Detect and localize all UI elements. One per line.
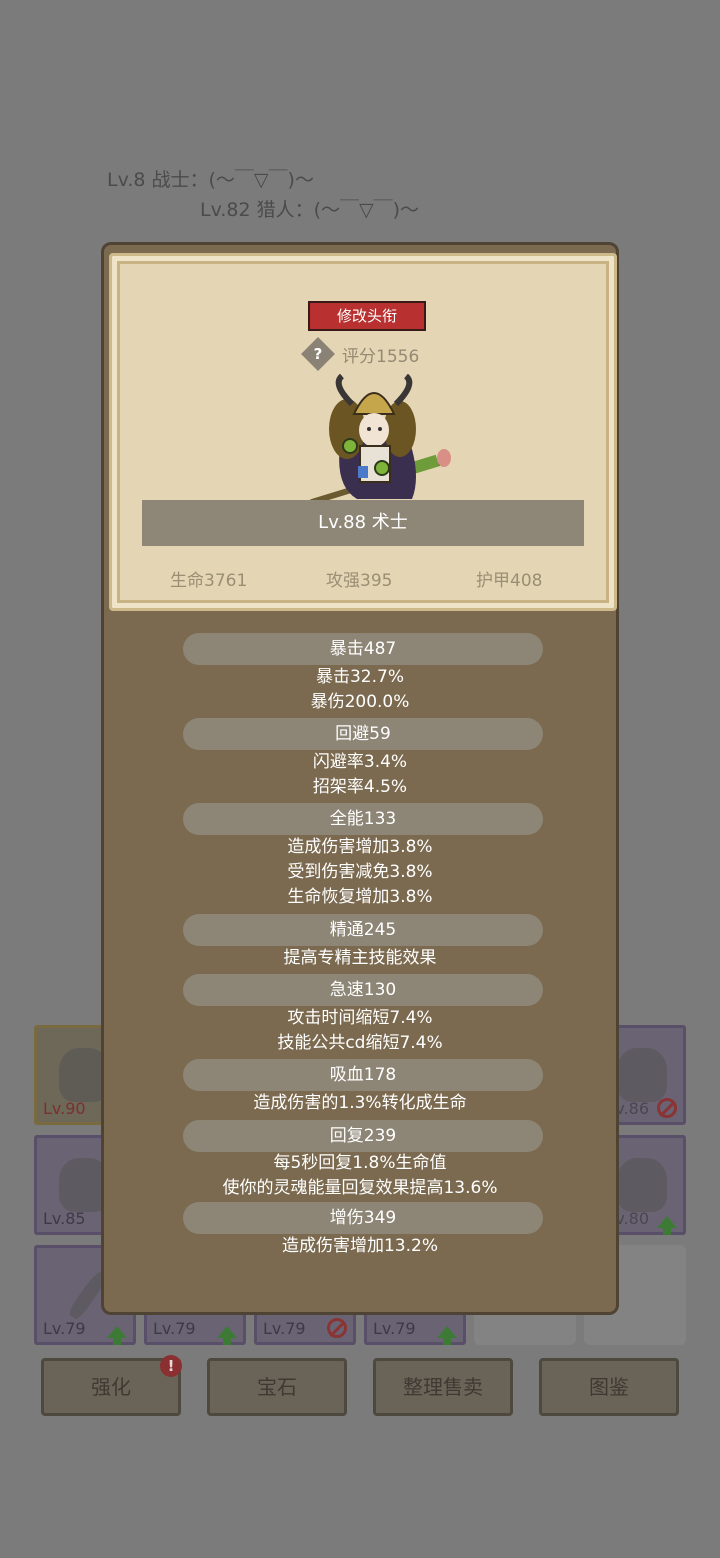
stat-header-haste: 急速130 <box>183 974 543 1006</box>
stat-header-mastery: 精通245 <box>183 914 543 946</box>
stat-line: 招架率4.5% <box>312 777 408 797</box>
gloves-icon <box>617 1158 667 1212</box>
character-info-panel: 修改头衔 ? 评分1556 Lv.88 术士 生命3761 攻强395 护甲40… <box>101 242 619 1315</box>
enhance-label: 强化 <box>91 1375 131 1399</box>
stat-line: 暴伤200.0% <box>310 692 410 712</box>
upgrade-arrow-icon <box>657 1216 677 1235</box>
stat-header-lifesteal: 吸血178 <box>183 1059 543 1091</box>
help-icon-glyph: ? <box>313 345 323 363</box>
stat-line: 闪避率3.4% <box>312 752 408 772</box>
stat-header-versatility: 全能133 <box>183 803 543 835</box>
stat-line: 提高专精主技能效果 <box>283 948 437 968</box>
stat-line: 造成伤害的1.3%转化成生命 <box>253 1093 467 1113</box>
codex-label: 图鉴 <box>589 1375 629 1399</box>
stat-line: 暴击32.7% <box>315 667 404 687</box>
slot-level: Lv.85 <box>43 1209 86 1228</box>
sort-sell-label: 整理售卖 <box>403 1375 483 1399</box>
ban-icon <box>327 1318 347 1338</box>
stat-line: 受到伤害减免3.8% <box>287 862 433 882</box>
shoulder-icon <box>617 1048 667 1102</box>
stat-line: 造成伤害增加13.2% <box>281 1236 438 1256</box>
hunter-line: Lv.82 猎人：(～￣▽￣)～ <box>200 199 420 221</box>
stat-line: 攻击时间缩短7.4% <box>287 1008 433 1028</box>
slot-level: Lv.79 <box>153 1319 196 1338</box>
attack-stat: 攻强395 <box>326 571 393 591</box>
stat-header-crit: 暴击487 <box>183 633 543 665</box>
upgrade-arrow-icon <box>107 1326 127 1345</box>
rename-title-button[interactable]: 修改头衔 <box>308 301 426 331</box>
stat-header-recovery: 回复239 <box>183 1120 543 1152</box>
warlock-portrait <box>309 374 451 504</box>
upgrade-arrow-icon <box>217 1326 237 1345</box>
codex-button[interactable]: 图鉴 <box>539 1358 679 1416</box>
warrior-line: Lv.8 战士：(～￣▽￣)～ <box>107 169 314 191</box>
score-text: 评分1556 <box>342 347 420 367</box>
help-icon[interactable]: ? <box>301 337 335 371</box>
sort-sell-button[interactable]: 整理售卖 <box>373 1358 513 1416</box>
stat-line: 每5秒回复1.8%生命值 <box>273 1153 447 1173</box>
slot-level: Lv.79 <box>263 1319 306 1338</box>
stat-header-damage-bonus: 增伤349 <box>183 1202 543 1234</box>
alert-badge-icon: ! <box>160 1355 182 1377</box>
character-card: 修改头衔 ? 评分1556 Lv.88 术士 生命3761 攻强395 护甲40… <box>109 253 617 611</box>
slot-level: Lv.79 <box>43 1319 86 1338</box>
stat-line: 使你的灵魂能量回复效果提高13.6% <box>222 1178 498 1198</box>
slot-level: Lv.90 <box>43 1099 86 1118</box>
upgrade-arrow-icon <box>437 1326 457 1345</box>
armor-stat: 护甲408 <box>476 571 543 591</box>
stat-line: 技能公共cd缩短7.4% <box>277 1033 443 1053</box>
hp-stat: 生命3761 <box>170 571 248 591</box>
stat-header-avoidance: 回避59 <box>183 718 543 750</box>
gem-label: 宝石 <box>257 1375 297 1399</box>
ban-icon <box>657 1098 677 1118</box>
hero-name-bar: Lv.88 术士 <box>142 500 584 546</box>
slot-level: Lv.79 <box>373 1319 416 1338</box>
enhance-button[interactable]: 强化 ! <box>41 1355 182 1416</box>
stat-line: 造成伤害增加3.8% <box>287 837 433 857</box>
gem-button[interactable]: 宝石 <box>207 1358 347 1416</box>
stat-line: 生命恢复增加3.8% <box>287 887 433 907</box>
